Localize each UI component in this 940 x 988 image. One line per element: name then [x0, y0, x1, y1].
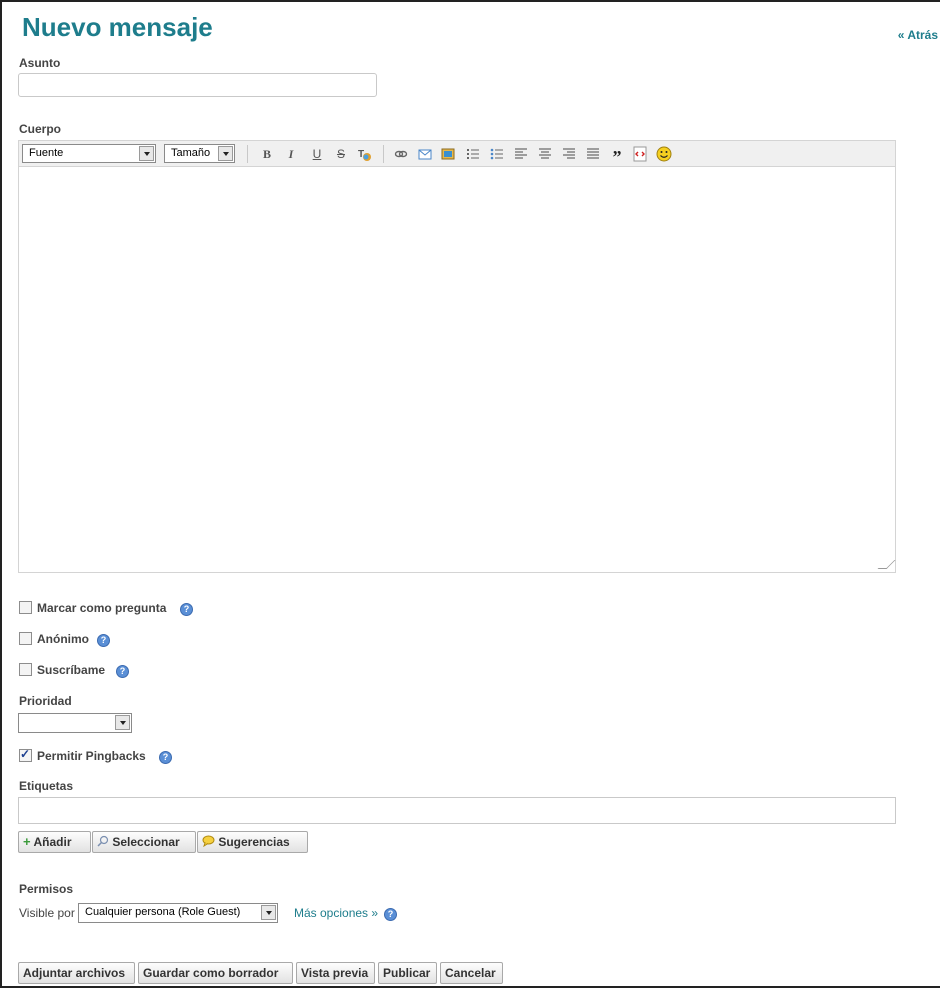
svg-text:T: T	[358, 149, 364, 160]
numbered-list-icon[interactable]	[465, 146, 481, 162]
question-label: Marcar como pregunta	[37, 601, 167, 615]
align-left-icon[interactable]	[513, 146, 529, 162]
preview-button[interactable]: Vista previa	[296, 962, 375, 984]
align-right-icon[interactable]	[561, 146, 577, 162]
visible-by-value: Cualquier persona (Role Guest)	[85, 906, 241, 918]
bold-icon[interactable]: B	[259, 146, 275, 162]
speech-bubble-icon	[202, 835, 215, 849]
emoticon-icon[interactable]	[656, 146, 672, 162]
resize-handle-icon[interactable]	[877, 560, 896, 569]
page-title: Nuevo mensaje	[22, 12, 213, 42]
help-icon[interactable]: ?	[116, 665, 129, 678]
help-icon[interactable]: ?	[384, 908, 397, 921]
back-link[interactable]: « Atrás	[898, 28, 938, 42]
align-center-icon[interactable]	[537, 146, 553, 162]
tags-input[interactable]	[18, 797, 896, 824]
visible-by-select[interactable]: Cualquier persona (Role Guest)	[78, 903, 278, 923]
strikethrough-icon[interactable]: S	[333, 146, 349, 162]
attach-files-button[interactable]: Adjuntar archivos	[18, 962, 135, 984]
email-icon[interactable]	[417, 146, 433, 162]
chevron-down-icon	[261, 905, 276, 920]
add-tag-label: Añadir	[33, 835, 72, 849]
help-icon[interactable]: ?	[180, 603, 193, 616]
quote-icon[interactable]: ”	[609, 146, 625, 167]
image-icon[interactable]	[440, 146, 456, 162]
permissions-label: Permisos	[19, 882, 74, 896]
justify-icon[interactable]	[585, 146, 601, 162]
visible-by-label: Visible por	[19, 906, 75, 920]
size-select-value: Tamaño	[171, 147, 211, 159]
suggestions-label: Sugerencias	[218, 835, 290, 849]
priority-select[interactable]	[18, 713, 132, 733]
body-editor[interactable]	[18, 167, 896, 573]
bullet-list-icon[interactable]	[489, 146, 505, 162]
magnifier-icon	[97, 835, 109, 849]
pingbacks-checkbox[interactable]	[19, 747, 32, 762]
size-select[interactable]: Tamaño	[164, 144, 235, 163]
subscribe-label: Suscríbame	[37, 663, 106, 677]
italic-icon[interactable]: I	[283, 146, 299, 162]
chevron-down-icon	[115, 715, 130, 730]
html-source-icon[interactable]	[632, 146, 648, 162]
help-icon[interactable]: ?	[159, 751, 172, 764]
anonymous-label: Anónimo	[37, 632, 89, 646]
toolbar-separator	[247, 145, 248, 163]
subject-label: Asunto	[19, 56, 61, 70]
more-options-link[interactable]: Más opciones »	[294, 906, 378, 920]
anonymous-checkbox[interactable]	[19, 632, 32, 645]
select-tags-button[interactable]: Seleccionar	[92, 831, 196, 853]
plus-icon: +	[23, 834, 31, 849]
cancel-button[interactable]: Cancelar	[440, 962, 503, 984]
chevron-down-icon	[218, 146, 233, 161]
link-icon[interactable]	[393, 146, 409, 162]
pingbacks-label: Permitir Pingbacks	[37, 749, 146, 763]
font-select-value: Fuente	[29, 147, 64, 159]
publish-button[interactable]: Publicar	[378, 962, 437, 984]
text-color-icon[interactable]: T	[356, 146, 372, 162]
font-select[interactable]: Fuente	[22, 144, 156, 163]
body-label: Cuerpo	[19, 122, 61, 136]
save-draft-button[interactable]: Guardar como borrador	[138, 962, 293, 984]
select-tags-label: Seleccionar	[112, 835, 180, 849]
toolbar-separator	[383, 145, 384, 163]
editor-toolbar: Fuente Tamaño B I U S T ”	[18, 140, 896, 167]
priority-label: Prioridad	[19, 694, 72, 708]
subject-input[interactable]	[18, 73, 377, 97]
tags-label: Etiquetas	[19, 779, 74, 793]
subscribe-checkbox[interactable]	[19, 663, 32, 676]
underline-icon[interactable]: U	[309, 146, 325, 162]
chevron-down-icon	[139, 146, 154, 161]
add-tag-button[interactable]: + Añadir	[18, 831, 91, 853]
question-checkbox[interactable]	[19, 601, 32, 614]
suggestions-button[interactable]: Sugerencias	[197, 831, 308, 853]
help-icon[interactable]: ?	[97, 634, 110, 647]
